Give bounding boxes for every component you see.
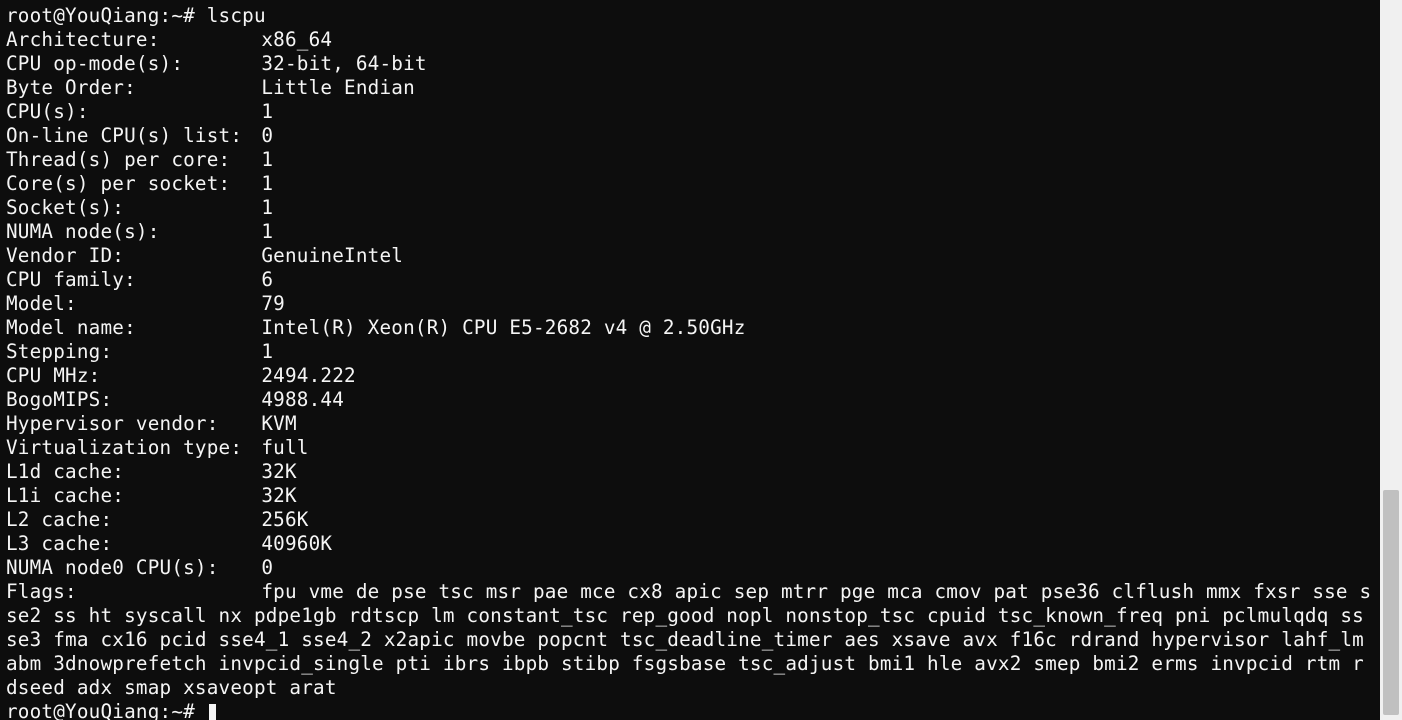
lscpu-label: Thread(s) per core:	[6, 148, 261, 172]
lscpu-row: L3 cache:40960K	[6, 532, 1374, 556]
lscpu-value: 1	[261, 172, 273, 195]
lscpu-label: Byte Order:	[6, 76, 261, 100]
lscpu-row: Virtualization type:full	[6, 436, 1374, 460]
lscpu-label: CPU op-mode(s):	[6, 52, 261, 76]
terminal-window: root@YouQiang:~# lscpuArchitecture:x86_6…	[0, 0, 1402, 720]
cursor-block	[209, 704, 216, 720]
lscpu-label: NUMA node0 CPU(s):	[6, 556, 261, 580]
lscpu-label: L1d cache:	[6, 460, 261, 484]
next-prompt-line: root@YouQiang:~#	[6, 700, 1374, 720]
lscpu-value: 1	[261, 100, 273, 123]
lscpu-row: CPU MHz:2494.222	[6, 364, 1374, 388]
lscpu-value: Intel(R) Xeon(R) CPU E5-2682 v4 @ 2.50GH…	[261, 316, 745, 339]
lscpu-label: NUMA node(s):	[6, 220, 261, 244]
lscpu-value: 0	[261, 556, 273, 579]
lscpu-label: BogoMIPS:	[6, 388, 261, 412]
lscpu-row: BogoMIPS:4988.44	[6, 388, 1374, 412]
lscpu-label: Virtualization type:	[6, 436, 261, 460]
lscpu-label: Model name:	[6, 316, 261, 340]
lscpu-label: L1i cache:	[6, 484, 261, 508]
lscpu-row: Hypervisor vendor:KVM	[6, 412, 1374, 436]
lscpu-row: NUMA node0 CPU(s):0	[6, 556, 1374, 580]
lscpu-row: CPU op-mode(s):32-bit, 64-bit	[6, 52, 1374, 76]
lscpu-value: 0	[261, 124, 273, 147]
lscpu-label: Architecture:	[6, 28, 261, 52]
lscpu-value: 32-bit, 64-bit	[261, 52, 426, 75]
lscpu-label: Vendor ID:	[6, 244, 261, 268]
lscpu-label: CPU family:	[6, 268, 261, 292]
lscpu-row: Core(s) per socket:1	[6, 172, 1374, 196]
lscpu-row: Model:79	[6, 292, 1374, 316]
lscpu-row: L1d cache:32K	[6, 460, 1374, 484]
lscpu-value: 1	[261, 196, 273, 219]
lscpu-value: 256K	[261, 508, 308, 531]
lscpu-value: 1	[261, 220, 273, 243]
lscpu-value: GenuineIntel	[261, 244, 403, 267]
lscpu-label: Core(s) per socket:	[6, 172, 261, 196]
lscpu-label: CPU MHz:	[6, 364, 261, 388]
lscpu-value: 6	[261, 268, 273, 291]
lscpu-row: Thread(s) per core:1	[6, 148, 1374, 172]
lscpu-label: L2 cache:	[6, 508, 261, 532]
lscpu-value: 1	[261, 340, 273, 363]
lscpu-value: full	[261, 436, 308, 459]
lscpu-value: 32K	[261, 484, 296, 507]
command-line: root@YouQiang:~# lscpu	[6, 4, 1374, 28]
lscpu-row: On-line CPU(s) list:0	[6, 124, 1374, 148]
lscpu-label: Model:	[6, 292, 261, 316]
lscpu-row: Vendor ID:GenuineIntel	[6, 244, 1374, 268]
lscpu-label: Socket(s):	[6, 196, 261, 220]
lscpu-row: Model name:Intel(R) Xeon(R) CPU E5-2682 …	[6, 316, 1374, 340]
lscpu-label: CPU(s):	[6, 100, 261, 124]
lscpu-label: L3 cache:	[6, 532, 261, 556]
lscpu-value: 79	[261, 292, 285, 315]
lscpu-row: L1i cache:32K	[6, 484, 1374, 508]
terminal-output[interactable]: root@YouQiang:~# lscpuArchitecture:x86_6…	[0, 0, 1380, 720]
lscpu-row: CPU(s):1	[6, 100, 1374, 124]
lscpu-row: Architecture:x86_64	[6, 28, 1374, 52]
lscpu-value: KVM	[261, 412, 296, 435]
lscpu-row: L2 cache:256K	[6, 508, 1374, 532]
vertical-scrollbar-track[interactable]	[1380, 0, 1402, 720]
vertical-scrollbar-thumb[interactable]	[1383, 490, 1399, 715]
shell-prompt: root@YouQiang:~#	[6, 4, 207, 27]
lscpu-row: Socket(s):1	[6, 196, 1374, 220]
shell-prompt: root@YouQiang:~#	[6, 700, 207, 720]
lscpu-value: 4988.44	[261, 388, 344, 411]
lscpu-label: Hypervisor vendor:	[6, 412, 261, 436]
lscpu-flags-row: Flags:fpu vme de pse tsc msr pae mce cx8…	[6, 580, 1374, 700]
lscpu-label: On-line CPU(s) list:	[6, 124, 261, 148]
lscpu-value: x86_64	[261, 28, 332, 51]
lscpu-value: 1	[261, 148, 273, 171]
lscpu-value: 2494.222	[261, 364, 355, 387]
lscpu-row: NUMA node(s):1	[6, 220, 1374, 244]
lscpu-value: 32K	[261, 460, 296, 483]
lscpu-value: Little Endian	[261, 76, 415, 99]
lscpu-label: Stepping:	[6, 340, 261, 364]
typed-command: lscpu	[207, 4, 266, 27]
lscpu-row: CPU family:6	[6, 268, 1374, 292]
lscpu-flags-label: Flags:	[6, 580, 261, 604]
lscpu-row: Stepping:1	[6, 340, 1374, 364]
lscpu-row: Byte Order:Little Endian	[6, 76, 1374, 100]
lscpu-value: 40960K	[261, 532, 332, 555]
